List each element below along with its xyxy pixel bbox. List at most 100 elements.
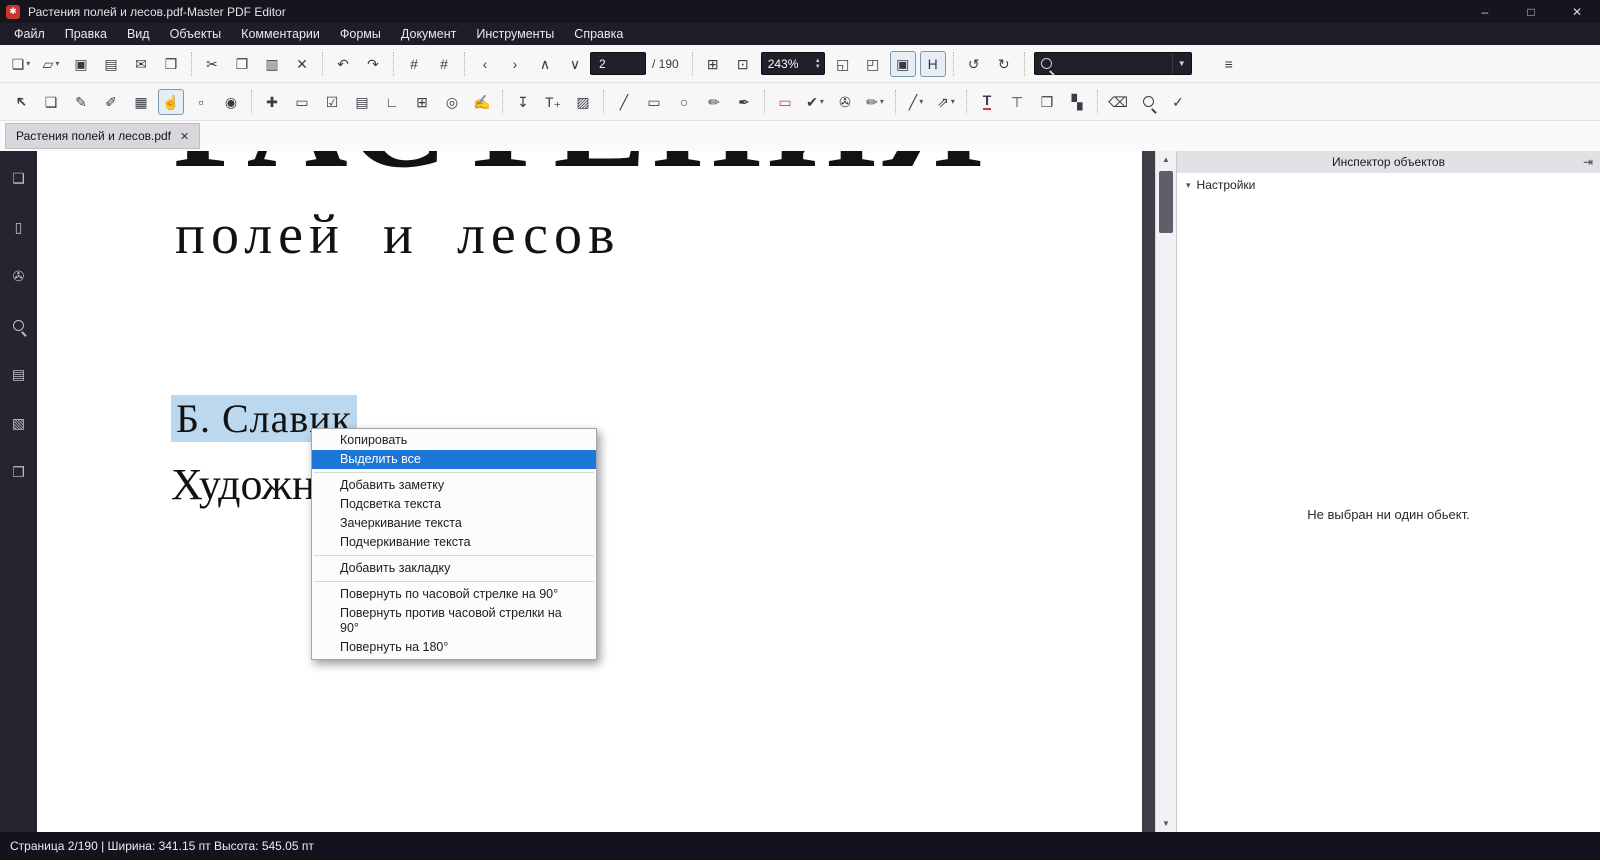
context-rotate-180[interactable]: Повернуть на 180° xyxy=(312,638,596,657)
bookmarks-panel-button[interactable]: ▯ xyxy=(6,214,32,240)
close-button[interactable]: ✕ xyxy=(1554,0,1600,23)
context-select-all[interactable]: Выделить все xyxy=(312,450,596,469)
minimize-button[interactable]: – xyxy=(1462,0,1508,23)
previous-page-button[interactable]: ‹ xyxy=(472,51,498,77)
add-image-tool[interactable]: ▨ xyxy=(570,89,596,115)
redo-button[interactable]: ↷ xyxy=(360,51,386,77)
search-box[interactable]: ▼ xyxy=(1033,52,1192,75)
grid-button[interactable]: # xyxy=(401,51,427,77)
menu-help[interactable]: Справка xyxy=(564,23,633,45)
edit-text-tool[interactable]: ✎ xyxy=(68,89,94,115)
page-preview-button[interactable]: ⊞ xyxy=(700,51,726,77)
edit-document-tool[interactable]: ❑ xyxy=(38,89,64,115)
search-input[interactable] xyxy=(1057,56,1172,71)
snapshot-tool[interactable]: ◉ xyxy=(218,89,244,115)
zoom-spinner[interactable]: ▲ ▼ xyxy=(815,58,824,70)
save-button[interactable]: ▣ xyxy=(68,51,94,77)
copy-button[interactable]: ❐ xyxy=(229,51,255,77)
attachments-panel-button[interactable]: ✇ xyxy=(6,263,32,289)
attachment-tool[interactable]: ✇ xyxy=(832,89,858,115)
text-annotation-tool[interactable]: ▭ xyxy=(289,89,315,115)
scrollbar-down-icon[interactable]: ▼ xyxy=(1156,815,1176,832)
properties-panel-button[interactable]: ▧ xyxy=(6,410,32,436)
menu-document[interactable]: Документ xyxy=(391,23,466,45)
arrow-tool[interactable]: ⇗ ▾ xyxy=(933,89,959,115)
search-dropdown-icon[interactable]: ▼ xyxy=(1171,53,1191,74)
context-strikeout-text[interactable]: Зачеркивание текста xyxy=(312,514,596,533)
add-text-tool[interactable]: T₊ xyxy=(540,89,566,115)
next-view-button[interactable]: ∨ xyxy=(562,51,588,77)
snap-to-grid-button[interactable]: # xyxy=(431,51,457,77)
save-as-button[interactable]: ▤ xyxy=(98,51,124,77)
undo-button[interactable]: ↶ xyxy=(330,51,356,77)
menu-forms[interactable]: Формы xyxy=(330,23,391,45)
menu-tools[interactable]: Инструменты xyxy=(466,23,564,45)
rotate-ccw-button[interactable]: ↺ xyxy=(961,51,987,77)
toolbar-options-button[interactable]: ≡ xyxy=(1216,51,1242,77)
zoom-select[interactable]: 243% ▲ ▼ xyxy=(760,52,825,75)
arrange-pages-tool[interactable]: ▚ xyxy=(1064,89,1090,115)
line-tool[interactable]: ╱ xyxy=(611,89,637,115)
select-tool[interactable]: ➔ xyxy=(8,89,34,115)
menu-comments[interactable]: Комментарии xyxy=(231,23,330,45)
pencil-tool[interactable]: ✏ xyxy=(701,89,727,115)
edit-object-tool[interactable]: ✐ xyxy=(98,89,124,115)
stamp-tool[interactable]: ▤ xyxy=(349,89,375,115)
document-tab[interactable]: Растения полей и лесов.pdf ✕ xyxy=(5,123,201,149)
signature-tool[interactable]: ✍ xyxy=(469,89,495,115)
polyline-tool[interactable]: ╱ ▾ xyxy=(903,89,929,115)
cut-button[interactable]: ✂ xyxy=(199,51,225,77)
ellipse-tool[interactable]: ○ xyxy=(671,89,697,115)
scrollbar-track[interactable] xyxy=(1156,168,1176,815)
open-file-button[interactable]: ▱ ▾ xyxy=(38,51,64,77)
search-panel-button[interactable] xyxy=(6,312,32,338)
context-highlight-text[interactable]: Подсветка текста xyxy=(312,495,596,514)
menu-edit[interactable]: Правка xyxy=(55,23,117,45)
typewriter-tool[interactable]: ⊤ xyxy=(1004,89,1030,115)
paste-button[interactable]: ▥ xyxy=(259,51,285,77)
maximize-button[interactable]: □ xyxy=(1508,0,1554,23)
delete-button[interactable]: ✕ xyxy=(289,51,315,77)
rectangle-tool[interactable]: ▭ xyxy=(641,89,667,115)
context-add-bookmark[interactable]: Добавить закладку xyxy=(312,559,596,578)
select-area-tool[interactable]: ▫ xyxy=(188,89,214,115)
form-fields-panel-button[interactable]: ▤ xyxy=(6,361,32,387)
context-copy[interactable]: Копировать xyxy=(312,431,596,450)
highlight-text-tool[interactable]: T xyxy=(974,89,1000,115)
next-page-button[interactable]: › xyxy=(502,51,528,77)
measure-tool[interactable]: ∟ xyxy=(379,89,405,115)
vertical-scrollbar[interactable]: ▲ ▼ xyxy=(1155,151,1176,832)
ink-tool[interactable]: ✒ xyxy=(731,89,757,115)
menu-objects[interactable]: Объекты xyxy=(160,23,232,45)
arrange-text-tool[interactable]: ↧ xyxy=(510,89,536,115)
zoom-area-tool[interactable] xyxy=(1135,89,1161,115)
context-underline-text[interactable]: Подчеркивание текста xyxy=(312,533,596,552)
radio-button-tool[interactable]: ◎ xyxy=(439,89,465,115)
fit-width-button[interactable]: ◰ xyxy=(860,51,886,77)
insert-pages-tool[interactable]: ❒ xyxy=(1034,89,1060,115)
eraser-tool[interactable]: ⌫ xyxy=(1105,89,1131,115)
fit-page-button[interactable]: ▣ xyxy=(889,50,916,77)
context-rotate-ccw-90[interactable]: Повернуть против часовой стрелки на 90° xyxy=(312,604,596,638)
new-document-button[interactable]: ❏ ▾ xyxy=(8,51,34,77)
context-add-note[interactable]: Добавить заметку xyxy=(312,476,596,495)
form-field-tool[interactable]: ⊞ xyxy=(409,89,435,115)
print-button[interactable]: ❒ xyxy=(158,51,184,77)
check-annotation-tool[interactable]: ☑ xyxy=(319,89,345,115)
pages-panel-button[interactable]: ❑ xyxy=(6,165,32,191)
hand-mode-button[interactable]: H xyxy=(919,50,946,77)
previous-view-button[interactable]: ∧ xyxy=(532,51,558,77)
checkmark-tool[interactable]: ✔ ▾ xyxy=(802,89,828,115)
marked-area-tool[interactable]: ▭ xyxy=(772,89,798,115)
fit-window-button[interactable]: ◱ xyxy=(830,51,856,77)
hand-tool[interactable]: ☝ xyxy=(158,88,184,115)
edit-forms-tool[interactable]: ▦ xyxy=(128,89,154,115)
settings-section-header[interactable]: ▾ Настройки xyxy=(1177,173,1600,197)
tab-close-icon[interactable]: ✕ xyxy=(180,130,189,143)
email-button[interactable]: ✉ xyxy=(128,51,154,77)
scrollbar-thumb[interactable] xyxy=(1159,171,1173,233)
crop-page-button[interactable]: ⊡ xyxy=(730,51,756,77)
document-area[interactable]: РАСТЕНИЯ полей и лесов Б. Славик Художн … xyxy=(37,151,1155,832)
rotate-cw-button[interactable]: ↻ xyxy=(991,51,1017,77)
scrollbar-up-icon[interactable]: ▲ xyxy=(1156,151,1176,168)
